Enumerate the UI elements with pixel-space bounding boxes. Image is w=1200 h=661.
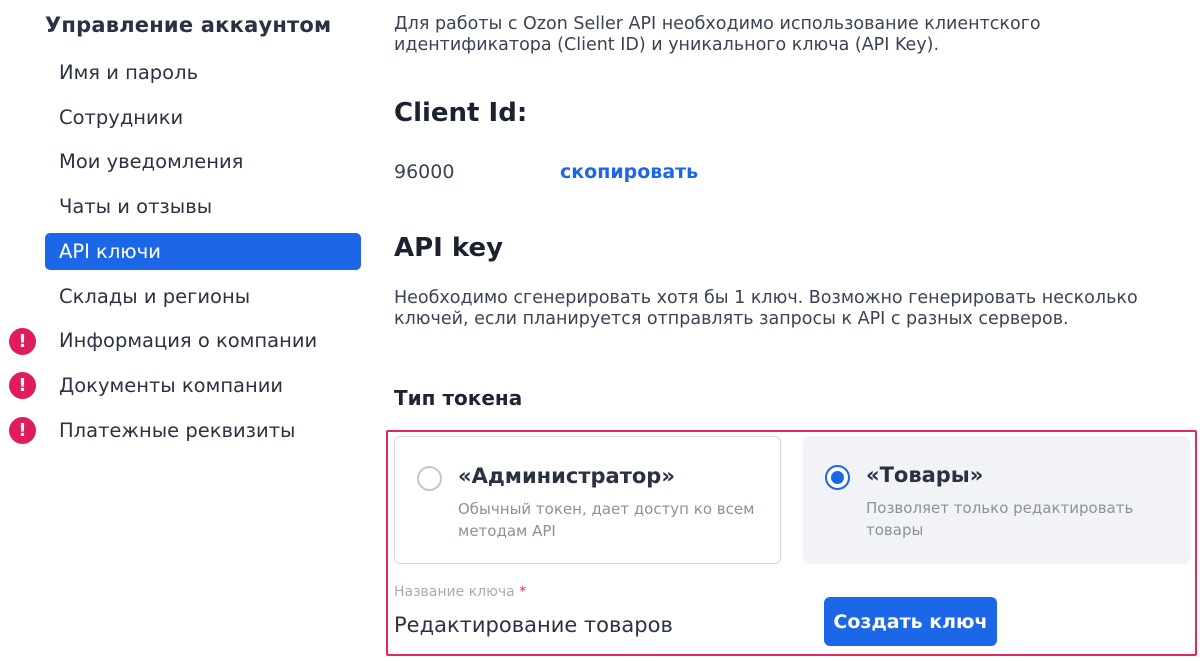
create-key-button[interactable]: Создать ключ (824, 597, 997, 646)
api-key-description: Необходимо сгенерировать хотя бы 1 ключ.… (394, 288, 1138, 329)
radio-checked-icon[interactable] (825, 465, 850, 490)
token-option-description: Позволяет только редактировать товары (866, 499, 1134, 539)
intro-text: Для работы с Ozon Seller API необходимо … (394, 14, 1041, 55)
account-sidebar: Управление аккаунтом Имя и пароль Сотруд… (0, 0, 370, 661)
sidebar-item-chats-reviews[interactable]: Чаты и отзывы (45, 188, 361, 225)
api-keys-panel: Для работы с Ozon Seller API необходимо … (386, 0, 1200, 661)
copy-client-id-link[interactable]: скопировать (560, 161, 698, 183)
token-option-admin[interactable]: «Администратор» Обычный токен, дает дост… (394, 436, 781, 564)
required-mark: * (519, 584, 527, 600)
sidebar-item-company-info[interactable]: Информация о компании (45, 322, 361, 359)
key-name-input[interactable] (394, 613, 774, 637)
warning-icon: ! (9, 372, 36, 399)
sidebar-item-label: Склады и регионы (59, 285, 251, 308)
sidebar-item-label: Имя и пароль (59, 61, 199, 84)
warning-icon: ! (9, 328, 36, 355)
sidebar-item-warehouses-regions[interactable]: Склады и регионы (45, 278, 361, 315)
sidebar-item-employees[interactable]: Сотрудники (45, 99, 361, 136)
token-type-heading: Тип токена (394, 386, 523, 410)
sidebar-item-payment-details[interactable]: Платежные реквизиты (45, 412, 361, 449)
sidebar-item-label: Мои уведомления (59, 150, 244, 173)
radio-unchecked-icon[interactable] (417, 466, 442, 491)
sidebar-item-company-documents[interactable]: Документы компании (45, 367, 361, 404)
client-id-heading: Client Id: (394, 98, 528, 128)
key-name-label: Название ключа * (394, 584, 526, 600)
sidebar-title: Управление аккаунтом (45, 13, 332, 37)
key-name-label-text: Название ключа (394, 584, 515, 600)
warning-icon: ! (9, 417, 36, 444)
sidebar-item-label: Чаты и отзывы (59, 195, 213, 218)
sidebar-item-label: Информация о компании (59, 329, 318, 352)
token-option-description: Обычный токен, дает доступ ко всем метод… (458, 500, 755, 540)
token-option-goods[interactable]: «Товары» Позволяет только редактировать … (803, 436, 1190, 564)
sidebar-item-name-password[interactable]: Имя и пароль (45, 54, 361, 91)
token-option-title: «Администратор» (458, 464, 675, 488)
sidebar-item-api-keys[interactable]: API ключи (45, 233, 361, 270)
sidebar-item-label: Платежные реквизиты (59, 419, 296, 442)
api-key-heading: API key (394, 233, 504, 263)
sidebar-item-notifications[interactable]: Мои уведомления (45, 143, 361, 180)
sidebar-item-label: API ключи (59, 240, 161, 263)
client-id-value: 96000 (394, 161, 455, 183)
sidebar-item-label: Сотрудники (59, 106, 184, 129)
sidebar-item-label: Документы компании (59, 374, 284, 397)
token-option-title: «Товары» (866, 463, 984, 487)
